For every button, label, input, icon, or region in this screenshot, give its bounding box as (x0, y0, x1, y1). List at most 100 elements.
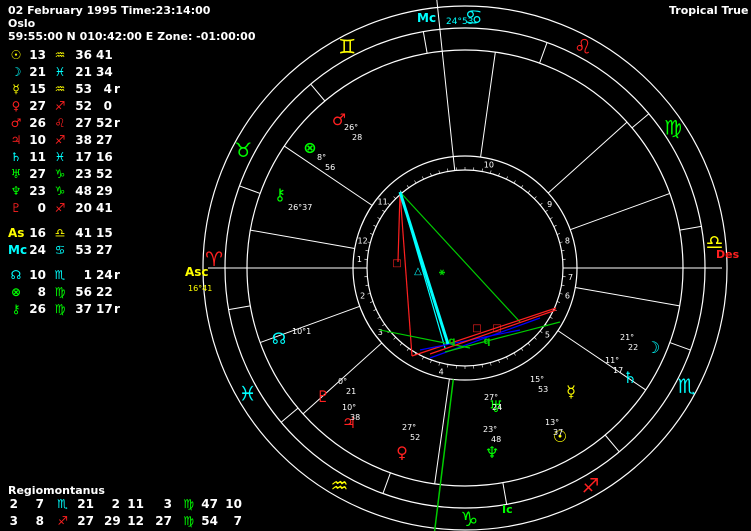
chart-wheel: ♋♌♍♎♏♐♑♒♓♈♉♊123456789101112Mc 24°53IcAsc1… (185, 0, 740, 531)
aspect-line (444, 321, 561, 353)
zodiac-sign-icon: ♌ (574, 34, 592, 58)
zodiac-sign-icon: ♑ (460, 507, 478, 531)
degree-tick (513, 352, 516, 356)
sign-boundary (228, 305, 251, 311)
planet-minute: 48 (491, 435, 501, 444)
degree-tick (422, 356, 424, 360)
house-number-label: 6 (565, 291, 570, 300)
house-cusp-line (283, 145, 373, 206)
degree-tick (373, 309, 377, 311)
planet-degree: 13° (545, 418, 559, 427)
zodiac-sign-icon: ♓ (239, 382, 257, 406)
planet-glyph-icon: ♀ (396, 443, 408, 462)
planet-degree: 26° (344, 123, 358, 132)
house-number-label: 12 (358, 237, 368, 246)
sign-boundary (631, 113, 650, 129)
aspect-symbol: △ (414, 266, 422, 277)
planet-minute: 38 (350, 413, 360, 422)
ic-label: Ic (502, 503, 513, 516)
degree-tick (377, 217, 381, 220)
planet-degree: 10° (342, 403, 356, 412)
degree-tick (539, 202, 543, 206)
zodiac-sign-icon: ♍ (664, 116, 682, 140)
degree-tick (506, 356, 508, 360)
planet-degree: 21° (620, 333, 634, 342)
degree-tick (549, 316, 553, 319)
degree-tick (513, 180, 516, 184)
planet-minute: 21 (346, 387, 356, 396)
aspect-symbol: ⚹ (438, 267, 446, 278)
sign-boundary (679, 225, 702, 231)
planet-minute: 53 (538, 385, 548, 394)
sign-boundary (669, 342, 691, 351)
planet-degree: 11° (605, 356, 619, 365)
degree-tick (520, 185, 524, 188)
house-number-label: 3 (378, 328, 383, 337)
house-number-label: 10 (484, 161, 494, 170)
degree-tick (414, 180, 417, 184)
planet-minute: 52 (410, 433, 420, 442)
house-number-label: 4 (439, 367, 444, 376)
sign-boundary (280, 407, 299, 423)
planet-glyph-icon: ♆ (485, 443, 499, 462)
aspect-line (411, 307, 557, 357)
degree-tick (377, 316, 381, 319)
planet-minute: 17 (613, 366, 623, 375)
house-cusp-line (570, 192, 671, 231)
planet-degree: 0° (338, 377, 347, 386)
sign-boundary (604, 434, 620, 453)
mc-degree: 24°53 (446, 17, 473, 27)
house-number-label: 5 (545, 331, 550, 340)
degree-tick (387, 202, 391, 206)
house-number-label: 11 (378, 197, 388, 206)
zodiac-sign-icon: ♉ (234, 138, 252, 162)
planet-minute: 56 (325, 163, 335, 172)
aspect-symbol: q (448, 336, 455, 347)
planet-minute: 24 (492, 403, 502, 412)
degree-tick (549, 217, 553, 220)
house-number-label: 8 (565, 237, 570, 246)
planet-degree: 26°37 (288, 203, 312, 212)
degree-tick (393, 337, 396, 340)
degree-tick (399, 342, 403, 346)
degree-tick (553, 225, 557, 227)
aspect-symbol: □ (392, 258, 401, 269)
asc-degree: 16°41 (188, 284, 212, 293)
planet-minute: 28 (352, 133, 362, 142)
sign-boundary (239, 185, 261, 194)
planet-degree: 27° (484, 393, 498, 402)
planet-degree: 10°1 (292, 327, 311, 336)
zodiac-sign-icon: ♏ (678, 374, 696, 398)
degree-tick (527, 190, 531, 194)
sign-boundary (382, 472, 391, 494)
planet-glyph-icon: ⊗ (303, 138, 316, 157)
degree-tick (534, 196, 537, 199)
sign-boundary (422, 31, 428, 54)
house-number-label: 2 (360, 291, 365, 300)
house-cusp-line (575, 286, 680, 307)
degree-tick (545, 209, 548, 213)
aspect-symbol: □ (472, 323, 481, 334)
aspect-line (399, 191, 413, 357)
degree-tick (382, 209, 385, 213)
planet-glyph-icon: ☿ (566, 382, 576, 401)
degree-tick (534, 337, 537, 340)
planet-degree: 23° (483, 425, 497, 434)
planet-glyph-icon: ☊ (272, 329, 286, 348)
zodiac-sign-icon: ♊ (338, 34, 356, 58)
degree-tick (406, 185, 410, 188)
sign-boundary (502, 482, 508, 505)
planet-glyph-icon: ♇ (316, 387, 330, 406)
planet-degree: 27° (402, 423, 416, 432)
ic-axis (433, 379, 455, 531)
degree-tick (373, 225, 377, 227)
sign-boundary (310, 83, 326, 102)
planet-degree: 8° (317, 153, 326, 162)
degree-tick (506, 176, 508, 180)
planet-minute: 22 (628, 343, 638, 352)
degree-tick (520, 348, 524, 351)
planet-glyph-icon: ☽ (646, 338, 660, 357)
house-cusp-line (547, 121, 628, 194)
planet-degree: 15° (530, 375, 544, 384)
sign-boundary (539, 42, 548, 64)
